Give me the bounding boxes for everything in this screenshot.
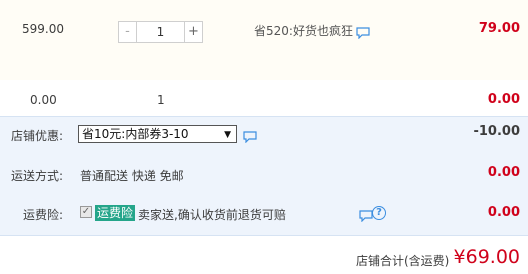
subtotal-quantity: 1: [157, 93, 165, 107]
insurance-tag: 运费险: [95, 205, 136, 221]
store-total-value: ¥69.00: [453, 246, 520, 268]
unit-price: 599.00: [22, 22, 64, 36]
insurance-checkbox[interactable]: ✓: [80, 206, 92, 218]
shipping-value: 0.00: [487, 165, 520, 180]
chat-icon[interactable]: [356, 25, 370, 39]
promotion-text: 省520:好货也疯狂: [254, 24, 353, 38]
discount-value: -10.00: [473, 124, 520, 139]
shipping-label: 运送方式:: [11, 169, 64, 183]
help-icon[interactable]: ?: [372, 206, 386, 220]
discount-label: 店铺优惠:: [11, 129, 64, 143]
insurance-value: 0.00: [487, 205, 520, 220]
shipping-method: 普通配送 快递 免邮: [80, 169, 184, 183]
discount-select[interactable]: 省10元:内部券3-10 ▼: [78, 125, 237, 143]
insurance-description: 卖家送,确认收货前退货可赔: [138, 208, 286, 222]
item-total: 79.00: [478, 21, 520, 36]
subtotal-price: 0.00: [30, 93, 57, 107]
chat-icon[interactable]: [243, 129, 257, 143]
subtotal-row: [0, 80, 528, 116]
quantity-stepper[interactable]: - +: [118, 21, 203, 43]
discount-selected-value: 省10元:内部券3-10: [82, 127, 189, 141]
item-row: [0, 0, 528, 80]
dropdown-arrow-icon[interactable]: ▼: [224, 127, 231, 143]
chat-icon[interactable]: [359, 208, 373, 222]
decrease-button[interactable]: -: [119, 22, 137, 42]
subtotal-total: 0.00: [487, 92, 520, 107]
store-total-label: 店铺合计(含运费): [356, 254, 450, 268]
increase-button[interactable]: +: [184, 22, 202, 42]
quantity-input[interactable]: [137, 22, 184, 42]
insurance-label: 运费险:: [23, 208, 64, 222]
